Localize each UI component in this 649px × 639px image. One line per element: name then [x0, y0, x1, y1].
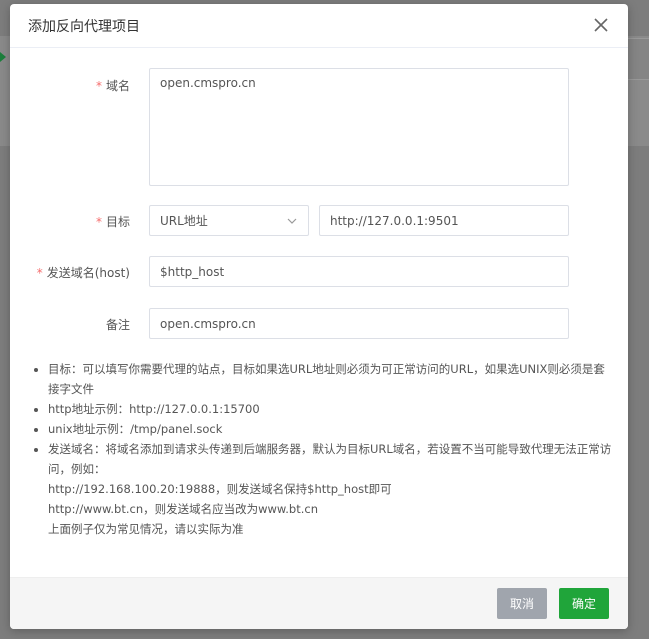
background-indicator-icon [0, 52, 6, 62]
target-type-select[interactable]: URL地址 [149, 205, 309, 236]
background-panel-edge [628, 38, 649, 80]
close-icon[interactable] [592, 16, 610, 34]
required-mark: * [95, 79, 102, 93]
required-mark: * [36, 266, 43, 280]
note-example-line: 上面例子仅为常见情况，请以实际为准 [48, 522, 244, 536]
remark-input[interactable] [149, 308, 569, 339]
note-example-line: http://www.bt.cn，则发送域名应当改为www.bt.cn [48, 502, 319, 516]
dialog-footer: 取消 确定 [10, 577, 628, 629]
cancel-button[interactable]: 取消 [497, 588, 547, 619]
target-url-input[interactable] [319, 205, 569, 236]
chevron-down-icon [286, 215, 298, 227]
target-type-value: URL地址 [160, 214, 208, 228]
required-mark: * [95, 215, 102, 229]
note-item: 目标：可以填写你需要代理的站点，目标如果选URL地址则必须为可正常访问的URL，… [48, 359, 614, 399]
remark-label: 备注 [105, 318, 130, 332]
confirm-button[interactable]: 确定 [559, 588, 609, 619]
send-host-label: * 发送域名(host) [36, 266, 130, 280]
send-host-input[interactable] [149, 256, 569, 287]
help-notes: 目标：可以填写你需要代理的站点，目标如果选URL地址则必须为可正常访问的URL，… [30, 359, 614, 539]
note-item: 发送域名：将域名添加到请求头传递到后端服务器，默认为目标URL域名，若设置不当可… [48, 439, 614, 539]
note-item: http地址示例：http://127.0.0.1:15700 [48, 399, 614, 419]
note-item: unix地址示例：/tmp/panel.sock [48, 419, 614, 439]
domain-textarea[interactable]: open.cmspro.cn [149, 68, 569, 186]
dialog-title: 添加反向代理项目 [28, 19, 140, 35]
dialog-header: 添加反向代理项目 [10, 4, 628, 48]
add-reverse-proxy-dialog: 添加反向代理项目 *域名 open.cmspro.cn *目标 URL地址 *发… [10, 4, 628, 629]
domain-label: * 域名 [95, 79, 130, 93]
note-example-line: http://192.168.100.20:19888，则发送域名保持$http… [48, 482, 392, 496]
target-label: * 目标 [95, 215, 130, 229]
